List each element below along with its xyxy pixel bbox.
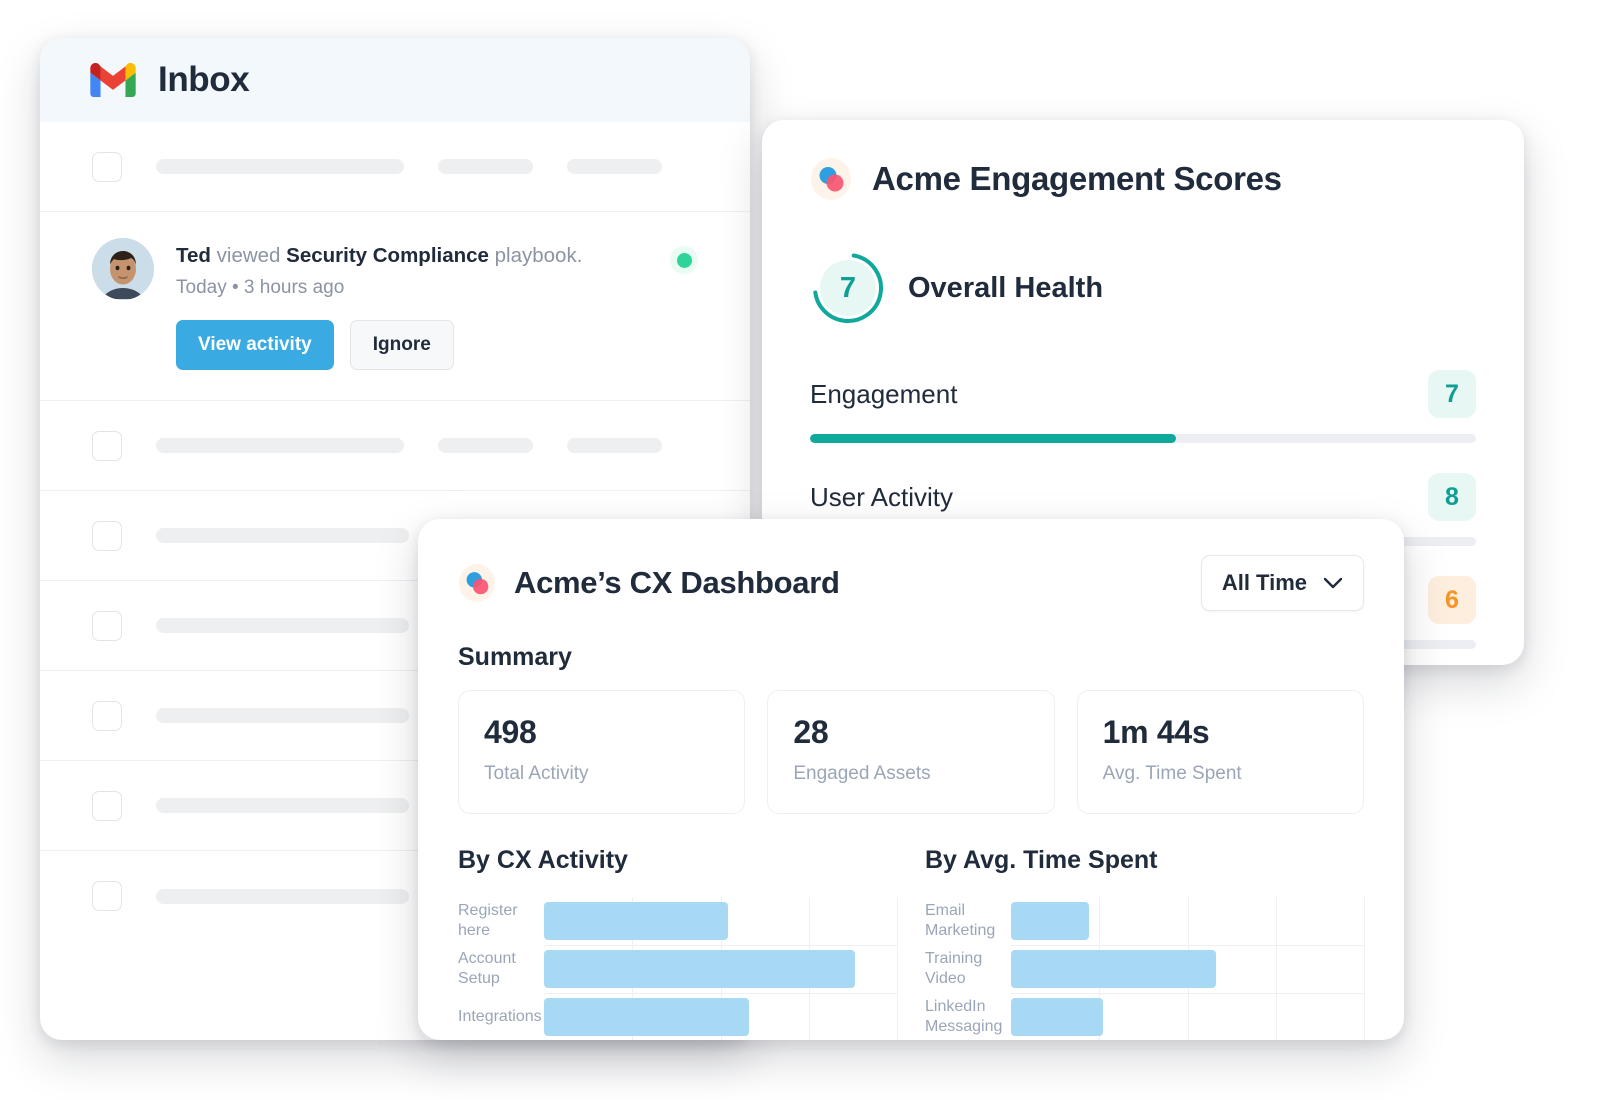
chevron-down-icon xyxy=(1323,577,1343,589)
overall-health-row: 7 Overall Health xyxy=(810,250,1476,326)
cx-header: Acme’s CX Dashboard All Time xyxy=(458,555,1364,611)
metric-label: Engagement xyxy=(810,378,958,409)
placeholder-bar xyxy=(438,438,533,453)
list-item[interactable] xyxy=(40,401,750,491)
chart-bar-area xyxy=(544,945,897,993)
chart-bar-area xyxy=(1011,945,1364,993)
row-checkbox[interactable] xyxy=(92,700,122,731)
chart-title: By CX Activity xyxy=(458,846,628,874)
placeholder-bar xyxy=(156,708,409,723)
engagement-header: Acme Engagement Scores xyxy=(810,158,1476,200)
summary-caption: Engaged Assets xyxy=(793,763,931,784)
chart-bar-label: Account Setup xyxy=(458,950,516,987)
placeholder-bar xyxy=(156,438,404,453)
summary-card: 1m 44s Avg. Time Spent xyxy=(1076,690,1364,814)
screenshot-stage: Inbox Ted viewed Security Compliance pla… xyxy=(0,0,1600,1100)
chart-bar-row: Integrations xyxy=(458,993,897,1040)
activity-list-item[interactable]: Ted viewed Security Compliance playbook.… xyxy=(40,212,750,401)
chart-bar-label: Integrations xyxy=(458,1008,542,1025)
inbox-header: Inbox xyxy=(40,38,750,122)
chart-bar-row: Email Marketing xyxy=(925,897,1364,945)
placeholder-bar xyxy=(567,438,662,453)
chart-plot: Register here Account Setup Integrations xyxy=(458,897,898,1040)
chart-bar-area xyxy=(544,897,897,945)
summary-heading: Summary xyxy=(458,643,572,671)
time-filter-dropdown[interactable]: All Time xyxy=(1200,555,1364,611)
gmail-icon xyxy=(90,63,136,97)
summary-caption: Total Activity xyxy=(484,763,589,784)
chart-bar-label: Register here xyxy=(458,902,518,939)
summary-caption: Avg. Time Spent xyxy=(1102,763,1242,784)
view-activity-button[interactable]: View activity xyxy=(176,320,334,370)
placeholder-bar xyxy=(156,159,404,174)
chart-by-avg-time-spent: By Avg. Time Spent Email Marketing Traini… xyxy=(925,846,1365,1040)
chart-bar-row: Account Setup xyxy=(458,945,897,993)
chart-bar xyxy=(1011,950,1216,988)
chart-bar-label: Training Video xyxy=(925,950,983,987)
list-item[interactable] xyxy=(40,122,750,212)
summary-cards: 498 Total Activity 28 Engaged Assets 1m … xyxy=(458,690,1364,814)
summary-card: 28 Engaged Assets xyxy=(767,690,1055,814)
overall-health-label: Overall Health xyxy=(908,271,1104,304)
row-checkbox[interactable] xyxy=(92,520,122,551)
chart-plot: Email Marketing Training Video LinkedIn Me… xyxy=(925,897,1365,1040)
placeholder-bar xyxy=(156,618,409,633)
unread-indicator xyxy=(670,246,698,274)
metric-progress-fill xyxy=(810,434,1177,443)
metric-row: Engagement 7 xyxy=(810,370,1476,443)
metric-score-badge: 8 xyxy=(1428,473,1476,521)
time-filter-value: All Time xyxy=(1221,570,1307,595)
placeholder-bar xyxy=(567,159,662,174)
cx-title: Acme’s CX Dashboard xyxy=(514,565,840,600)
placeholder-bar xyxy=(156,528,409,543)
ignore-button[interactable]: Ignore xyxy=(349,320,454,370)
overall-health-score: 7 xyxy=(839,271,857,304)
summary-card: 498 Total Activity xyxy=(458,690,746,814)
summary-value: 498 xyxy=(484,714,537,750)
chart-bar xyxy=(544,998,749,1036)
engagement-title: Acme Engagement Scores xyxy=(872,160,1282,197)
avatar xyxy=(92,238,154,300)
row-checkbox[interactable] xyxy=(92,610,122,641)
chart-bar-row: Training Video xyxy=(925,945,1364,993)
row-checkbox[interactable] xyxy=(92,881,122,911)
chart-bar-area xyxy=(544,993,897,1040)
metric-score-badge: 7 xyxy=(1428,370,1476,418)
chart-bar xyxy=(1011,902,1089,940)
activity-timestamp: Today • 3 hours ago xyxy=(176,276,345,298)
chart-by-cx-activity: By CX Activity Register here Account Setu… xyxy=(458,846,898,1040)
activity-message: Ted viewed Security Compliance playbook. xyxy=(176,244,583,267)
chart-bar-area xyxy=(1011,993,1364,1040)
chart-bar-area xyxy=(1011,897,1364,945)
chart-bar-label: LinkedIn Messaging xyxy=(925,998,1003,1035)
row-checkbox[interactable] xyxy=(92,790,122,821)
chart-bar xyxy=(1011,998,1103,1036)
placeholder-bar xyxy=(156,798,409,813)
chart-bar xyxy=(544,902,728,940)
health-gauge-icon: 7 xyxy=(810,250,886,326)
metric-score-badge: 6 xyxy=(1428,576,1476,624)
chart-title: By Avg. Time Spent xyxy=(925,846,1158,874)
summary-value: 1m 44s xyxy=(1102,714,1210,750)
placeholder-bar xyxy=(438,159,533,174)
chart-bar-row: Register here xyxy=(458,897,897,945)
row-checkbox[interactable] xyxy=(92,151,122,182)
row-checkbox[interactable] xyxy=(92,430,122,461)
acme-logo-icon xyxy=(810,158,852,200)
chart-bar-row: LinkedIn Messaging xyxy=(925,993,1364,1040)
summary-value: 28 xyxy=(793,714,829,750)
metric-progress-track xyxy=(810,434,1476,443)
chart-bar xyxy=(544,950,855,988)
page-title: Inbox xyxy=(158,60,250,99)
cx-dashboard-card: Acme’s CX Dashboard All Time Summary 498… xyxy=(418,519,1404,1040)
metric-label: User Activity xyxy=(810,481,954,512)
acme-logo-icon xyxy=(458,564,496,602)
placeholder-bar xyxy=(156,888,409,904)
chart-bar-label: Email Marketing xyxy=(925,902,996,939)
charts-area: By CX Activity Register here Account Setu… xyxy=(458,846,1365,1040)
